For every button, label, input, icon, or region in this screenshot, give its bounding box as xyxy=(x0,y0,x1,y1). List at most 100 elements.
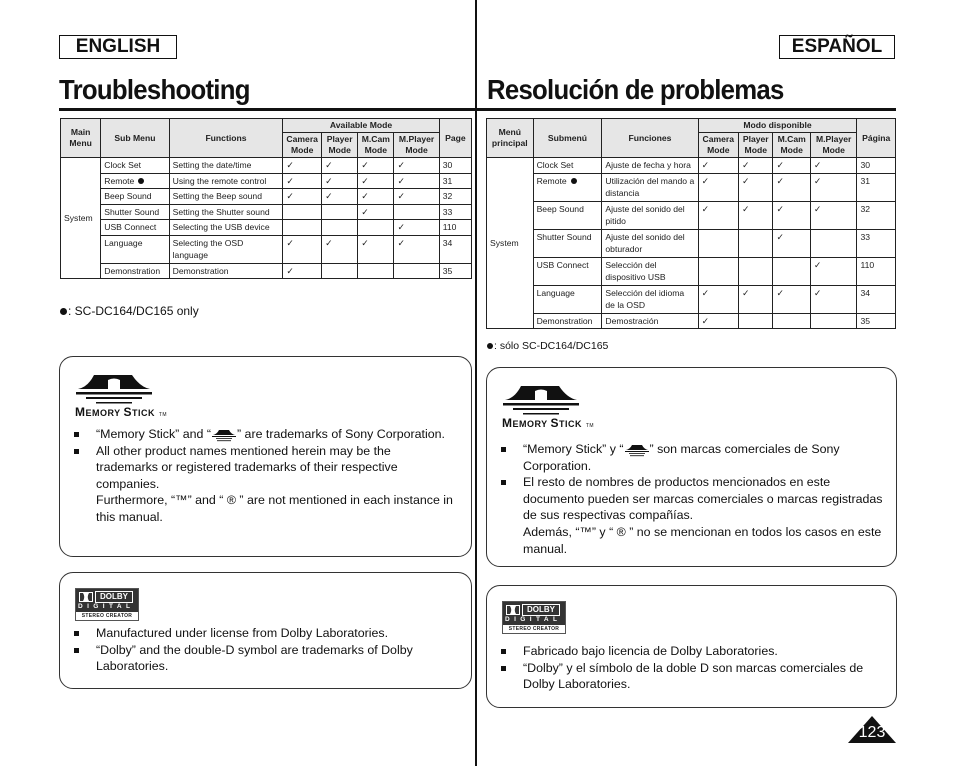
mode-check-cell: ✓ xyxy=(321,172,359,189)
header-player-mode: Player Mode xyxy=(321,132,359,158)
footnote-text: : sólo SC-DC164/DC165 xyxy=(494,340,609,352)
list-item: El resto de nombres de productos mencion… xyxy=(501,474,886,557)
mode-check-cell: ✓ xyxy=(282,188,323,205)
menu-table-spanish: Menú principal Submenú Funciones Modo di… xyxy=(486,118,896,329)
mode-check-cell: ✓ xyxy=(738,284,774,314)
mode-check-cell: ✓ xyxy=(393,172,440,189)
mode-check-cell: ✓ xyxy=(321,188,359,205)
language-label-english: ENGLISH xyxy=(59,35,177,59)
mode-check-cell xyxy=(321,262,359,279)
mode-check-cell xyxy=(772,312,811,329)
mode-check-cell: ✓ xyxy=(809,200,858,230)
function-cell: Setting the Beep sound xyxy=(168,188,284,205)
mode-check-cell: ✓ xyxy=(809,172,858,202)
header-camera-mode: Camera Mode xyxy=(282,132,323,158)
header-page: Página xyxy=(856,118,896,158)
column-divider xyxy=(475,0,477,766)
footnote-english: : SC-DC164/DC165 only xyxy=(60,304,199,318)
mode-check-cell xyxy=(282,203,323,220)
mode-check-cell xyxy=(809,312,858,329)
mode-check-cell: ✓ xyxy=(738,157,774,174)
main-menu-cell: System xyxy=(59,157,102,279)
mode-check-cell: ✓ xyxy=(393,188,440,205)
sub-menu-cell: Shutter Sound xyxy=(100,203,170,220)
table-row: USB Connect Selecting the USB device ✓ 110 xyxy=(61,219,473,236)
mode-check-cell: ✓ xyxy=(772,157,811,174)
function-cell: Selección del idioma de la OSD xyxy=(601,284,699,314)
table-body: System Clock Set Setting the date/time ✓ ✓ ✓ ✓… xyxy=(59,157,473,279)
bullet-dot-icon xyxy=(487,343,493,350)
mode-check-cell: ✓ xyxy=(772,172,811,202)
mode-check-cell xyxy=(809,228,858,258)
sub-menu-cell: Shutter Sound xyxy=(532,228,603,258)
page-cell: 34 xyxy=(438,234,473,264)
dolby-digital-logo-icon: DOLBY DIGITAL STEREO CREATOR xyxy=(502,601,566,634)
page-cell: 30 xyxy=(856,157,896,174)
table-row: System Clock Set Ajuste de fecha y hora ✓ ✓ ✓… xyxy=(486,157,896,329)
page-cell: 110 xyxy=(856,256,896,286)
mode-check-cell xyxy=(772,256,811,286)
page-cell: 32 xyxy=(438,188,473,205)
mode-check-cell: ✓ xyxy=(321,157,359,174)
list-item: “Dolby” and the double-D symbol are trad… xyxy=(74,642,454,675)
page-cell: 35 xyxy=(438,262,473,279)
mode-check-cell: ✓ xyxy=(282,157,323,174)
table-row: USB Connect Selección del dispositivo USB… xyxy=(487,256,896,286)
page-cell: 33 xyxy=(856,228,896,258)
table-row: Remote Utilización del mando a distancia ✓… xyxy=(487,172,896,202)
table-body: System Clock Set Ajuste de fecha y hora ✓ ✓ ✓… xyxy=(486,157,896,329)
mode-check-cell: ✓ xyxy=(809,256,858,286)
memory-stick-wordmark: MEMORY STICK TM xyxy=(502,416,595,430)
mode-check-cell: ✓ xyxy=(282,234,323,264)
table-row: Beep Sound Setting the Beep sound ✓ ✓ ✓ ✓ 32 xyxy=(61,188,473,205)
function-cell: Ajuste de fecha y hora xyxy=(601,157,699,174)
table-row: Language Selecting the OSD language ✓ ✓ ✓ ✓ 34 xyxy=(61,234,473,264)
sub-menu-cell: Remote xyxy=(532,172,603,202)
page-cell: 34 xyxy=(856,284,896,314)
mode-check-cell: ✓ xyxy=(357,234,395,264)
mode-check-cell: ✓ xyxy=(697,157,740,174)
mode-check-cell: ✓ xyxy=(809,157,858,174)
page-number: 123 xyxy=(858,724,886,741)
header-mcam-mode: M.Cam Mode xyxy=(772,132,811,158)
header-functions: Functions xyxy=(168,118,284,158)
title-rule-spanish xyxy=(477,108,896,111)
page-cell: 31 xyxy=(856,172,896,202)
mode-check-cell: ✓ xyxy=(357,203,395,220)
mode-check-cell: ✓ xyxy=(772,284,811,314)
mode-check-cell xyxy=(357,219,395,236)
main-menu-cell: System xyxy=(486,157,534,329)
mode-check-cell: ✓ xyxy=(357,172,395,189)
header-sub-menu: Sub Menu xyxy=(100,118,170,158)
table-row: Demonstration Demonstration ✓ 35 xyxy=(61,262,473,279)
table-row: Shutter Sound Setting the Shutter sound ✓ 3… xyxy=(61,203,473,220)
list-item: All other product names mentioned herein… xyxy=(74,443,454,526)
mode-check-cell xyxy=(738,228,774,258)
table-row: Remote Using the remote control ✓ ✓ ✓ ✓ 31 xyxy=(61,172,473,189)
page-cell: 110 xyxy=(438,219,473,236)
mode-check-cell xyxy=(697,256,740,286)
page-cell: 33 xyxy=(438,203,473,220)
bullet-dot-icon xyxy=(570,178,577,185)
bullet-dot-icon xyxy=(60,308,67,316)
function-cell: Setting the date/time xyxy=(168,157,284,174)
sub-menu-cell: Language xyxy=(100,234,170,264)
mode-check-cell xyxy=(393,262,440,279)
header-page: Page xyxy=(438,118,473,158)
sub-menu-cell: Remote xyxy=(100,172,170,189)
sub-menu-cell: USB Connect xyxy=(100,219,170,236)
table-row: Language Selección del idioma de la OSD ✓ ✓… xyxy=(487,284,896,314)
language-label-spanish: ESPAÑOL xyxy=(779,35,895,59)
header-available-mode: Available Mode xyxy=(282,118,440,133)
mode-check-cell: ✓ xyxy=(282,172,323,189)
mode-check-cell: ✓ xyxy=(697,284,740,314)
memory-stick-notes: “Memory Stick” y “” son marcas comercial… xyxy=(501,441,886,557)
mode-check-cell: ✓ xyxy=(809,284,858,314)
function-cell: Ajuste del sonido del obturador xyxy=(601,228,699,258)
header-main-menu: Main Menu xyxy=(59,118,102,158)
page-cell: 35 xyxy=(856,312,896,329)
function-cell: Selecting the OSD language xyxy=(168,234,284,264)
mode-check-cell: ✓ xyxy=(393,157,440,174)
function-cell: Utilización del mando a distancia xyxy=(601,172,699,202)
menu-table-english: Main Menu Sub Menu Functions Available M… xyxy=(59,118,473,279)
